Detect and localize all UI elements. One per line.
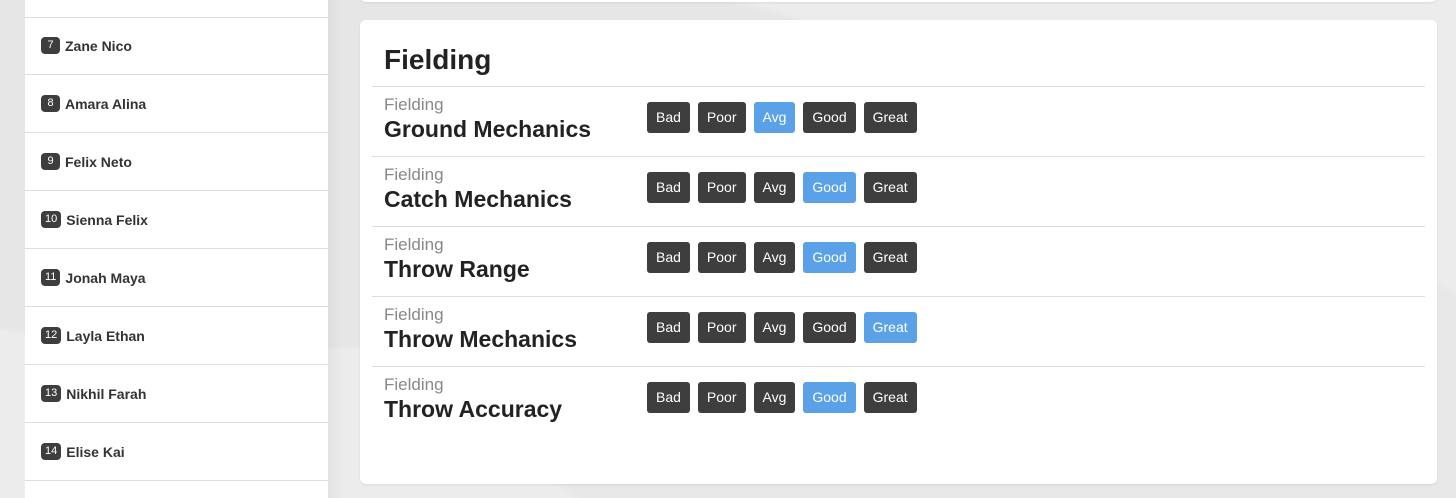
- rating-avg-button[interactable]: Avg: [753, 172, 796, 203]
- skill-category: Fielding: [384, 165, 444, 184]
- skill-name: Throw Range: [384, 256, 530, 282]
- section-title: Fielding: [384, 44, 492, 75]
- rating-great-button[interactable]: Great: [863, 312, 917, 343]
- player-number-badge: 7: [41, 37, 60, 54]
- player-list-item[interactable]: 10 Sienna Felix: [25, 191, 328, 249]
- skill-row: Fielding Throw Mechanics Bad Poor Avg Go…: [372, 296, 1425, 366]
- skill-name: Catch Mechanics: [384, 186, 572, 212]
- skill-category: Fielding: [384, 235, 444, 254]
- player-list-item[interactable]: 13 Nikhil Farah: [25, 365, 328, 423]
- player-name: Nikhil Farah: [66, 385, 147, 402]
- player-number-badge: 14: [41, 443, 62, 460]
- skill-row: Fielding Throw Accuracy Bad Poor Avg Goo…: [372, 366, 1425, 436]
- rating-good-button[interactable]: Good: [803, 172, 856, 203]
- rating-poor-button[interactable]: Poor: [697, 102, 746, 133]
- skill-row: Fielding Throw Range Bad Poor Avg Good G…: [372, 226, 1425, 296]
- rating-poor-button[interactable]: Poor: [697, 242, 746, 273]
- skill-list: Fielding Ground Mechanics Bad Poor Avg G…: [372, 86, 1425, 436]
- skill-category: Fielding: [384, 305, 444, 324]
- player-number-badge: 9: [41, 153, 60, 170]
- rating-bad-button[interactable]: Bad: [647, 102, 690, 133]
- previous-card: [360, 0, 1437, 2]
- player-list-item[interactable]: 11 Jonah Maya: [25, 249, 328, 307]
- player-name: Amara Alina: [65, 95, 147, 112]
- skill-name: Ground Mechanics: [384, 116, 592, 142]
- rating-good-button[interactable]: Good: [803, 242, 856, 273]
- rating-button-group: Bad Poor Avg Good Great: [647, 382, 917, 413]
- skill-category: Fielding: [384, 95, 444, 114]
- rating-great-button[interactable]: Great: [863, 382, 917, 413]
- player-list-item[interactable]: 12 Layla Ethan: [25, 307, 328, 365]
- rating-poor-button[interactable]: Poor: [697, 172, 746, 203]
- sidebar-shadow: [328, 0, 343, 498]
- rating-bad-button[interactable]: Bad: [647, 242, 690, 273]
- rating-bad-button[interactable]: Bad: [647, 382, 690, 413]
- skill-row: Fielding Ground Mechanics Bad Poor Avg G…: [372, 86, 1425, 156]
- rating-bad-button[interactable]: Bad: [647, 312, 690, 343]
- skill-category: Fielding: [384, 375, 444, 394]
- rating-button-group: Bad Poor Avg Good Great: [647, 242, 917, 273]
- rating-poor-button[interactable]: Poor: [697, 382, 746, 413]
- rating-button-group: Bad Poor Avg Good Great: [647, 312, 917, 343]
- skill-name: Throw Accuracy: [384, 396, 563, 422]
- rating-button-group: Bad Poor Avg Good Great: [647, 172, 917, 203]
- rating-good-button[interactable]: Good: [803, 382, 856, 413]
- rating-avg-button[interactable]: Avg: [753, 382, 796, 413]
- rating-avg-button[interactable]: Avg: [753, 102, 796, 133]
- player-list-item[interactable]: 9 Felix Neto: [25, 133, 328, 191]
- player-number-badge: 8: [41, 95, 60, 112]
- player-name: Jonah Maya: [65, 269, 146, 286]
- rating-great-button[interactable]: Great: [863, 102, 917, 133]
- player-list-item[interactable]: 8 Amara Alina: [25, 75, 328, 133]
- rating-bad-button[interactable]: Bad: [647, 172, 690, 203]
- player-list-item[interactable]: 7 Zane Nico: [25, 17, 328, 75]
- rating-avg-button[interactable]: Avg: [753, 312, 796, 343]
- player-name: Felix Neto: [65, 153, 132, 170]
- player-name: Sienna Felix: [66, 211, 148, 228]
- rating-poor-button[interactable]: Poor: [697, 312, 746, 343]
- fielding-card: Fielding Fielding Ground Mechanics Bad P…: [360, 20, 1437, 484]
- player-number-badge: 13: [41, 385, 62, 402]
- rating-great-button[interactable]: Great: [863, 242, 917, 273]
- player-list: 7 Zane Nico 8 Amara Alina 9 Felix Neto 1…: [25, 17, 328, 481]
- rating-button-group: Bad Poor Avg Good Great: [647, 102, 917, 133]
- player-name: Layla Ethan: [66, 327, 145, 344]
- skill-row: Fielding Catch Mechanics Bad Poor Avg Go…: [372, 156, 1425, 226]
- player-name: Zane Nico: [65, 37, 132, 54]
- player-name: Elise Kai: [66, 443, 125, 460]
- player-number-badge: 10: [41, 211, 62, 228]
- rating-great-button[interactable]: Great: [863, 172, 917, 203]
- player-list-item[interactable]: 14 Elise Kai: [25, 423, 328, 481]
- player-number-badge: 11: [41, 269, 61, 286]
- rating-good-button[interactable]: Good: [803, 102, 856, 133]
- player-sidebar: 7 Zane Nico 8 Amara Alina 9 Felix Neto 1…: [25, 0, 328, 498]
- skill-name: Throw Mechanics: [384, 326, 577, 352]
- rating-avg-button[interactable]: Avg: [753, 242, 796, 273]
- rating-good-button[interactable]: Good: [803, 312, 856, 343]
- player-number-badge: 12: [41, 327, 62, 344]
